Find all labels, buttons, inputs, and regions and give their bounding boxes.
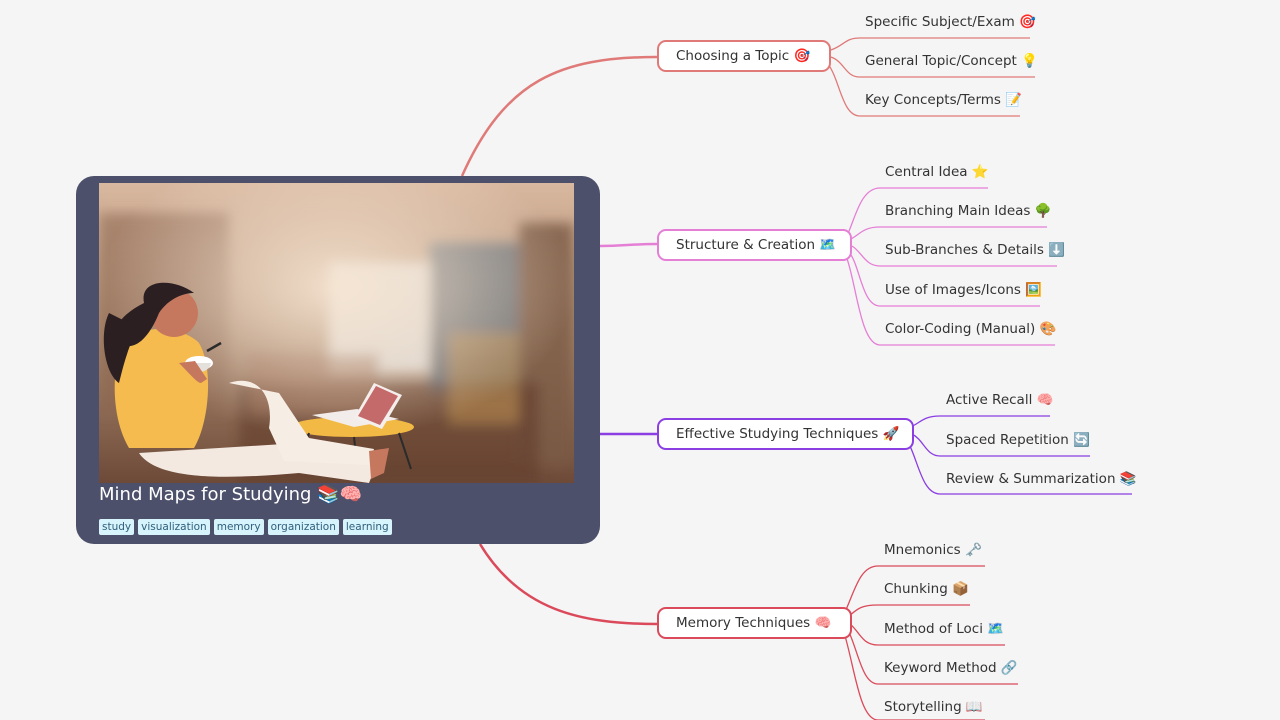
tag-learning[interactable]: learning xyxy=(342,519,392,535)
leaf-keyword-method[interactable]: Keyword Method 🔗 xyxy=(884,658,1018,678)
tag-visualization[interactable]: visualization xyxy=(138,519,210,535)
branch-structure-connector xyxy=(599,242,658,248)
leaf-general-topic-concept[interactable]: General Topic/Concept 💡 xyxy=(865,51,1038,71)
leaf-use-of-images-icons[interactable]: Use of Images/Icons 🖼️ xyxy=(885,280,1042,300)
leaf-key-concepts-terms[interactable]: Key Concepts/Terms 📝 xyxy=(865,90,1022,110)
tag-list: study visualization memory organization … xyxy=(99,519,392,535)
study-illustration-image xyxy=(99,183,574,483)
topic-memory-techniques[interactable]: Memory Techniques 🧠 xyxy=(657,607,852,639)
leaf-storytelling[interactable]: Storytelling 📖 xyxy=(884,697,983,717)
topic-structure-creation[interactable]: Structure & Creation 🗺️ xyxy=(657,229,852,261)
leaf-specific-subject-exam[interactable]: Specific Subject/Exam 🎯 xyxy=(865,12,1036,32)
branch-memory-connector xyxy=(478,543,658,626)
mind-map-canvas: Mind Maps for Studying 📚🧠 study visualiz… xyxy=(0,0,1280,720)
central-topic-card[interactable]: Mind Maps for Studying 📚🧠 study visualiz… xyxy=(76,176,600,544)
leaf-color-coding-manual[interactable]: Color-Coding (Manual) 🎨 xyxy=(885,319,1056,339)
central-topic-title: Mind Maps for Studying 📚🧠 xyxy=(99,484,362,505)
tag-organization[interactable]: organization xyxy=(267,519,339,535)
leaf-active-recall[interactable]: Active Recall 🧠 xyxy=(946,390,1053,410)
branch-choosing-connector xyxy=(460,55,658,177)
leaf-branching-main-ideas[interactable]: Branching Main Ideas 🌳 xyxy=(885,201,1052,221)
leaf-central-idea[interactable]: Central Idea ⭐ xyxy=(885,162,989,182)
leaf-review-summarization[interactable]: Review & Summarization 📚 xyxy=(946,469,1137,489)
topic-choosing-a-topic[interactable]: Choosing a Topic 🎯 xyxy=(657,40,831,72)
tag-study[interactable]: study xyxy=(99,519,135,535)
leaf-chunking[interactable]: Chunking 📦 xyxy=(884,579,969,599)
leaf-sub-branches-details[interactable]: Sub-Branches & Details ⬇️ xyxy=(885,240,1065,260)
leaf-mnemonics[interactable]: Mnemonics 🗝️ xyxy=(884,540,982,560)
tag-memory[interactable]: memory xyxy=(213,519,264,535)
leaf-method-of-loci[interactable]: Method of Loci 🗺️ xyxy=(884,619,1004,639)
topic-effective-studying-techniques[interactable]: Effective Studying Techniques 🚀 xyxy=(657,418,914,450)
leaf-spaced-repetition[interactable]: Spaced Repetition 🔄 xyxy=(946,430,1090,450)
